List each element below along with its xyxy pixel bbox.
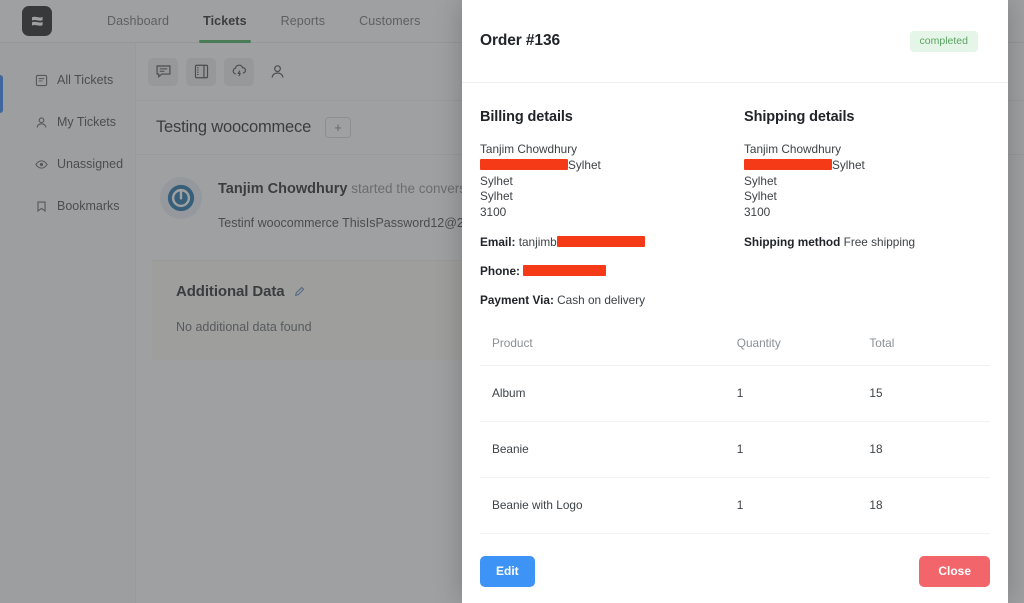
redaction-bar bbox=[523, 264, 607, 276]
products-table: Product Quantity Total Album 1 15 Beanie… bbox=[480, 335, 990, 540]
billing-street-line: Sylhet bbox=[480, 158, 723, 174]
modal-footer: Edit Close bbox=[462, 540, 1008, 603]
edit-button[interactable]: Edit bbox=[480, 556, 535, 587]
billing-details-column: Billing details Tanjim Chowdhury Sylhet … bbox=[480, 109, 735, 308]
cell-total: 18 bbox=[857, 421, 990, 478]
modal-title: Order #136 bbox=[480, 32, 560, 49]
billing-payment-row: Payment Via: Cash on delivery bbox=[480, 292, 723, 308]
cell-product: Album bbox=[480, 365, 725, 422]
cell-quantity: 1 bbox=[724, 421, 858, 478]
cell-product: Beanie with Logo bbox=[480, 477, 725, 534]
billing-state: Sylhet bbox=[480, 189, 513, 204]
shipping-postcode: 3100 bbox=[744, 205, 771, 220]
billing-email-row: Email: tanjimb bbox=[480, 234, 723, 250]
cell-total: 15 bbox=[857, 365, 990, 422]
billing-name: Tanjim Chowdhury bbox=[480, 142, 578, 156]
table-row: Beanie 1 18 bbox=[480, 421, 990, 478]
redaction-bar bbox=[556, 235, 645, 247]
shipping-street-suffix: Sylhet bbox=[832, 157, 865, 172]
billing-email-visible: tanjimb bbox=[518, 234, 557, 249]
redaction-bar bbox=[480, 158, 568, 170]
billing-email-label: Email: bbox=[480, 234, 516, 249]
status-badge: completed bbox=[909, 30, 978, 52]
shipping-details-column: Shipping details Tanjim Chowdhury Sylhet… bbox=[735, 109, 990, 308]
products-table-body: Album 1 15 Beanie 1 18 Beanie with Logo … bbox=[480, 365, 990, 540]
billing-phone-row: Phone: bbox=[480, 263, 723, 279]
products-table-head: Product Quantity Total bbox=[480, 335, 990, 366]
cell-quantity: 1 bbox=[724, 477, 858, 534]
modal-header: Order #136 completed bbox=[462, 0, 1008, 83]
billing-payment-value: Cash on delivery bbox=[557, 292, 646, 307]
shipping-city: Sylhet bbox=[744, 173, 777, 188]
shipping-details-heading: Shipping details bbox=[744, 109, 855, 125]
column-header-total: Total bbox=[857, 335, 990, 366]
shipping-name: Tanjim Chowdhury bbox=[744, 142, 842, 156]
cell-product: Beanie bbox=[480, 421, 725, 478]
table-row: Album 1 15 bbox=[480, 365, 990, 422]
billing-payment-label: Payment Via: bbox=[480, 292, 554, 307]
shipping-state: Sylhet bbox=[744, 189, 777, 204]
order-details-modal: Order #136 completed Billing details Tan… bbox=[462, 0, 1008, 603]
billing-postcode: 3100 bbox=[480, 205, 507, 220]
details-row: Billing details Tanjim Chowdhury Sylhet … bbox=[480, 109, 990, 308]
close-button[interactable]: Close bbox=[919, 556, 990, 587]
redaction-bar bbox=[744, 158, 832, 170]
billing-street-suffix: Sylhet bbox=[568, 157, 601, 172]
column-header-product: Product bbox=[480, 335, 725, 366]
shipping-street-line: Sylhet bbox=[744, 158, 978, 174]
shipping-method-value: Free shipping bbox=[843, 234, 916, 249]
billing-city: Sylhet bbox=[480, 173, 513, 188]
table-header-row: Product Quantity Total bbox=[480, 335, 990, 366]
modal-body: Billing details Tanjim Chowdhury Sylhet … bbox=[462, 83, 1008, 540]
column-header-quantity: Quantity bbox=[724, 335, 858, 366]
cell-total: 18 bbox=[857, 477, 990, 534]
shipping-method-row: Shipping method Free shipping bbox=[744, 234, 978, 250]
screen: Dashboard Tickets Reports Customers bbox=[0, 0, 1024, 603]
cell-quantity: 1 bbox=[724, 365, 858, 422]
billing-details-heading: Billing details bbox=[480, 109, 573, 125]
shipping-method-label: Shipping method bbox=[744, 234, 841, 249]
billing-phone-label: Phone: bbox=[480, 263, 520, 278]
table-row: Beanie with Logo 1 18 bbox=[480, 477, 990, 534]
